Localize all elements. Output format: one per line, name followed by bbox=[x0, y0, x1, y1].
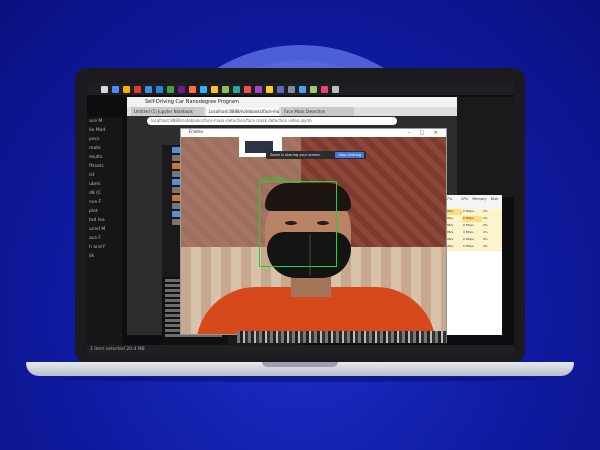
maps-icon[interactable] bbox=[310, 85, 317, 93]
windows-icon[interactable] bbox=[101, 85, 108, 93]
whatsapp-icon[interactable] bbox=[233, 85, 240, 93]
task-manager-cell: 0% bbox=[482, 230, 502, 236]
laptop-notch bbox=[262, 362, 338, 367]
screen-share-notice: Zoom is sharing your screen Stop Sharing bbox=[266, 151, 366, 159]
left-panel-item[interactable]: ist bbox=[87, 171, 122, 180]
task-manager-row[interactable]: 0 MB/s 0 Mbps 0% bbox=[442, 223, 502, 230]
vscode-icon[interactable] bbox=[156, 85, 163, 93]
left-panel-item[interactable]: h and F bbox=[87, 243, 122, 252]
zoom-icon[interactable] bbox=[200, 85, 207, 93]
task-manager-column-header[interactable]: CPU bbox=[457, 195, 472, 209]
left-panel-item[interactable]: ffssets bbox=[87, 162, 122, 171]
background-window bbox=[457, 97, 514, 197]
laptop-shadow bbox=[60, 376, 540, 382]
task-manager-row[interactable]: 0 MB/s 0 Mbps 0% bbox=[442, 216, 502, 223]
left-panel-item[interactable]: ilk bbox=[87, 252, 122, 261]
task-manager-cell: 0 Mbps bbox=[462, 223, 482, 229]
mail-icon[interactable] bbox=[299, 85, 306, 93]
tray-icon[interactable] bbox=[332, 85, 339, 93]
left-panel-item[interactable]: ted lea bbox=[87, 216, 122, 225]
settings-icon[interactable] bbox=[288, 85, 295, 93]
task-manager-cell: 0 Mbps bbox=[462, 244, 482, 250]
task-manager-header: 7% CPU Memory Disk bbox=[442, 195, 502, 209]
powerpoint-icon[interactable] bbox=[189, 85, 196, 93]
task-manager-row[interactable]: 0 MB/s 0 Mbps 0% bbox=[442, 230, 502, 237]
left-panel-item[interactable]: plot bbox=[87, 207, 122, 216]
task-manager-cell: 0% bbox=[482, 209, 502, 215]
edge-icon[interactable] bbox=[145, 85, 152, 93]
task-manager-panel: 7% CPU Memory Disk 0 MB/s 0 Mbps 0% 0 MB… bbox=[442, 195, 502, 335]
android-icon[interactable] bbox=[222, 85, 229, 93]
left-panel-item[interactable]: ace F bbox=[87, 234, 122, 243]
status-bar: 1 item selected 20.4 MB bbox=[87, 345, 514, 355]
browser-tab-strip: Untitled (1) Jupyter Notebook Localhost:… bbox=[127, 107, 457, 116]
left-panel-item[interactable]: pecs bbox=[87, 135, 122, 144]
browser-tab[interactable]: Untitled (1) Jupyter Notebook bbox=[131, 107, 204, 116]
webcam-feed: Zoom is sharing your screen Stop Sharing… bbox=[181, 137, 446, 334]
left-panel-item[interactable]: nce F bbox=[87, 198, 122, 207]
task-manager-cell: 0% bbox=[482, 237, 502, 243]
task-manager-cell: 0 Mbps bbox=[462, 237, 482, 243]
folder-icon[interactable] bbox=[211, 85, 218, 93]
detection-label: mask 97.40% bbox=[259, 176, 287, 181]
camera-window-titlebar[interactable]: Frame – □ ✕ bbox=[181, 129, 446, 137]
search-icon[interactable] bbox=[112, 85, 119, 93]
task-manager-row[interactable]: 0 MB/s 0 Mbps 0% bbox=[442, 209, 502, 216]
browser-title: Self-Driving Car Nanodegree Program bbox=[127, 97, 457, 107]
youtube-icon[interactable] bbox=[244, 85, 251, 93]
stop-sharing-button[interactable]: Stop Sharing bbox=[335, 152, 364, 158]
left-panel-item[interactable]: uced M bbox=[87, 225, 122, 234]
task-manager-column-header[interactable]: Memory bbox=[472, 195, 487, 209]
chrome-icon[interactable] bbox=[134, 85, 141, 93]
excel-icon[interactable] bbox=[167, 85, 174, 93]
taskbar bbox=[87, 83, 514, 95]
window-controls[interactable]: – □ ✕ bbox=[407, 129, 442, 137]
browser-tab-active[interactable]: Localhost:8888/notebooks/face-mask... bbox=[206, 107, 279, 116]
app-icon[interactable] bbox=[255, 85, 262, 93]
task-manager-cell: 0 Mbps bbox=[462, 209, 482, 215]
left-panel-item[interactable]: ubmi bbox=[87, 180, 122, 189]
left-panel-item[interactable]: reate bbox=[87, 144, 122, 153]
browser-tab[interactable]: Face Mask Detection bbox=[281, 107, 354, 116]
video-filmstrip bbox=[237, 331, 447, 343]
left-panel-item[interactable]: ace M bbox=[87, 117, 122, 126]
camera-frame-window[interactable]: Frame – □ ✕ Zoom is sharing your screen … bbox=[180, 128, 447, 335]
task-manager-cell: 0% bbox=[482, 244, 502, 250]
task-manager-cell: 0 Mbps bbox=[462, 230, 482, 236]
left-panel-item[interactable]: esults bbox=[87, 153, 122, 162]
task-manager-row[interactable]: 0 MB/s 0 Mbps 0% bbox=[442, 237, 502, 244]
screen-share-notice-text: Zoom is sharing your screen bbox=[270, 153, 320, 157]
task-manager-column-header[interactable]: Disk bbox=[487, 195, 502, 209]
left-panel-item[interactable]: d8 (C bbox=[87, 189, 122, 198]
left-panel: ace M ile Mod pecs reate esults ffssets … bbox=[87, 117, 122, 355]
laptop-screen: Self-Driving Car Nanodegree Program Unti… bbox=[87, 83, 514, 355]
detection-bounding-box bbox=[259, 181, 337, 267]
task-manager-cell: 0% bbox=[482, 216, 502, 222]
notes-icon[interactable] bbox=[266, 85, 273, 93]
address-bar[interactable]: localhost:8888/notebooks/face-mask-detec… bbox=[147, 117, 397, 125]
task-manager-row[interactable]: 0 MB/s 0 Mbps 0% bbox=[442, 244, 502, 251]
left-panel-item[interactable]: ile Mod bbox=[87, 126, 122, 135]
task-manager-cell: 0 Mbps bbox=[462, 216, 482, 222]
onenote-icon[interactable] bbox=[178, 85, 185, 93]
file-explorer-icon[interactable] bbox=[123, 85, 130, 93]
photos-icon[interactable] bbox=[321, 85, 328, 93]
task-manager-cell: 0% bbox=[482, 223, 502, 229]
teams-icon[interactable] bbox=[277, 85, 284, 93]
camera-window-title: Frame bbox=[189, 130, 204, 135]
